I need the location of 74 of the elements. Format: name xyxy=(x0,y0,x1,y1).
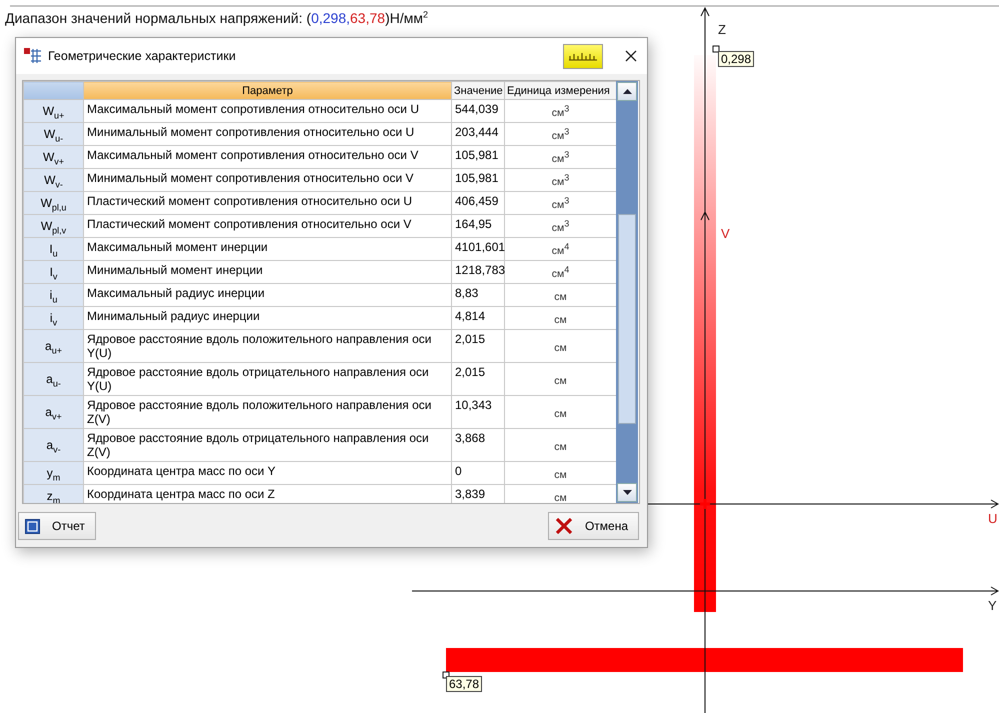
parameter-cell: Максимальный момент сопротивления относительно оси U xyxy=(84,100,452,122)
symbol-cell: y$_{m}$ xyxy=(24,462,84,484)
parameter-cell: Минимальный момент сопротивления относительно оси U xyxy=(84,122,452,146)
value-cell: 105,981 xyxy=(452,168,504,192)
stress-range-text: Диапазон значений нормальных напряжений: (0,298,63,78)Н/мм$^{2}$ xyxy=(5,10,428,26)
close-icon xyxy=(625,50,637,62)
parameter-cell: Максимальный момент сопротивления относительно оси V xyxy=(84,146,452,168)
value-cell: 10,343 xyxy=(452,396,504,428)
document-icon xyxy=(25,518,40,534)
value-cell: 2,015 xyxy=(452,362,504,396)
cancel-icon xyxy=(554,518,573,534)
value-label: 63,78 xyxy=(446,676,482,692)
axis-label: Z xyxy=(718,22,726,37)
parameter-cell: Пластический момент сопротивления относительно оси V xyxy=(84,214,452,238)
window-title: Геометрические характеристики xyxy=(48,49,237,63)
symbol-cell: i$_{u}$ xyxy=(24,284,84,306)
point-marker xyxy=(712,46,720,52)
value-cell: 105,981 xyxy=(452,146,504,168)
table-corner xyxy=(24,82,84,100)
symbol-cell: a$_{u-}$ xyxy=(24,362,84,396)
value-cell: 4101,601 xyxy=(452,238,504,260)
value-cell: 203,444 xyxy=(452,122,504,146)
symbol-cell: a$_{v+}$ xyxy=(24,396,84,428)
parameter-cell: Минимальный момент инерции xyxy=(84,260,452,284)
scroll-up-button[interactable] xyxy=(617,82,637,101)
value-cell: 3,868 xyxy=(452,428,504,462)
symbol-cell: W$_{v-}$ xyxy=(24,168,84,192)
symbol-cell: I$_{u}$ xyxy=(24,238,84,260)
symbol-cell: W$_{u-}$ xyxy=(24,122,84,146)
value-cell: 164,95 xyxy=(452,214,504,238)
ruler-button[interactable] xyxy=(563,44,603,68)
value-cell: 406,459 xyxy=(452,192,504,214)
parameter-cell: Ядровое расстояние вдоль положительного направления оси Z(V) xyxy=(84,396,452,428)
up-arrow-icon xyxy=(622,89,632,94)
parameter-cell: Пластический момент сопротивления относительно оси U xyxy=(84,192,452,214)
symbol-cell: a$_{v-}$ xyxy=(24,428,84,462)
app-icon xyxy=(24,48,42,64)
value-cell: 4,814 xyxy=(452,306,504,330)
axis-label: U xyxy=(988,511,998,526)
axis-label: V xyxy=(721,226,730,241)
parameter-cell: Максимальный момент инерции xyxy=(84,238,452,260)
report-button[interactable]: Отчет xyxy=(18,512,96,540)
symbol-cell: I$_{v}$ xyxy=(24,260,84,284)
value-cell: 544,039 xyxy=(452,100,504,122)
parameter-cell: Ядровое расстояние вдоль отрицательного направления оси Z(V) xyxy=(84,428,452,462)
axis-label: Y xyxy=(988,598,997,613)
parameter-cell: Минимальный радиус инерции xyxy=(84,306,452,330)
value-label: 0,298 xyxy=(718,51,754,67)
cancel-button[interactable]: Отмена xyxy=(548,512,639,540)
symbol-cell: W$_{pl,u}$ xyxy=(24,192,84,214)
parameter-cell: Координата центра масс по оси Y xyxy=(84,462,452,484)
down-arrow-icon xyxy=(622,490,632,495)
scroll-thumb[interactable] xyxy=(618,214,636,424)
symbol-cell: a$_{u+}$ xyxy=(24,330,84,362)
symbol-cell: W$_{pl,v}$ xyxy=(24,214,84,238)
parameter-cell: Ядровое расстояние вдоль отрицательного направления оси Y(U) xyxy=(84,362,452,396)
column-header[interactable]: Значение xyxy=(452,82,504,100)
scroll-down-button[interactable] xyxy=(617,483,637,502)
column-header[interactable]: Единица измерения xyxy=(504,82,616,100)
value-cell: 8,83 xyxy=(452,284,504,306)
symbol-cell: z$_{m}$ xyxy=(24,484,84,503)
scrollbar[interactable] xyxy=(616,81,638,503)
value-cell: 1218,783 xyxy=(452,260,504,284)
symbol-cell: W$_{u+}$ xyxy=(24,100,84,122)
symbol-cell: W$_{v+}$ xyxy=(24,146,84,168)
value-cell: 0 xyxy=(452,462,504,484)
ruler-icon xyxy=(568,51,598,61)
parameter-cell: Ядровое расстояние вдоль положительного направления оси Y(U) xyxy=(84,330,452,362)
parameter-cell: Максимальный радиус инерции xyxy=(84,284,452,306)
centroid-mark xyxy=(698,498,712,510)
value-cell: 2,015 xyxy=(452,330,504,362)
symbol-cell: i$_{v}$ xyxy=(24,306,84,330)
column-header[interactable]: Параметр xyxy=(84,82,452,100)
parameter-cell: Минимальный момент сопротивления относительно оси V xyxy=(84,168,452,192)
